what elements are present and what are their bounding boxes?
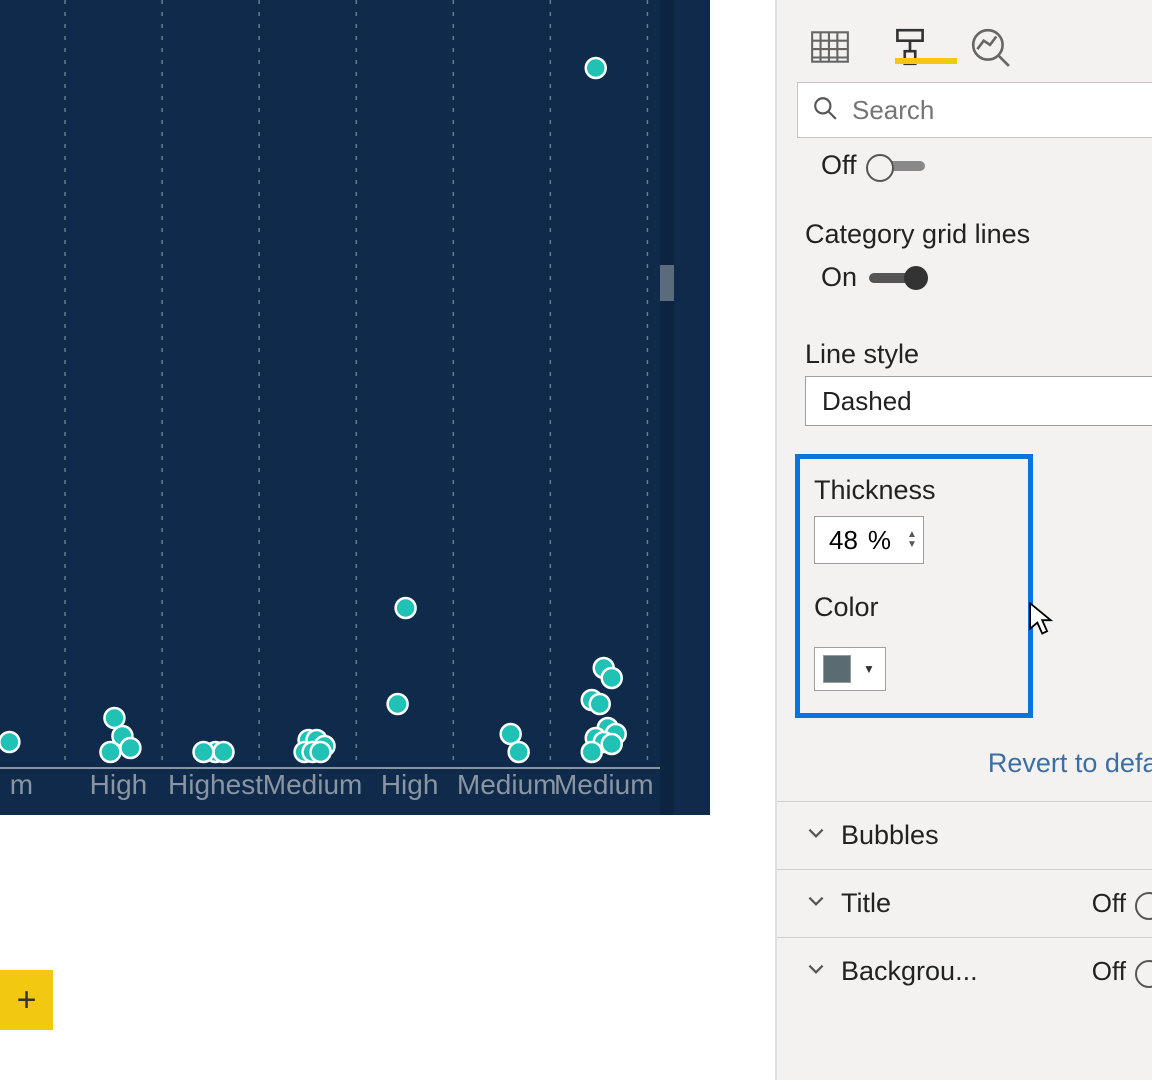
report-canvas: mHighHighestMediumHighMediumMedium + — [0, 0, 775, 1080]
svg-text:Medium: Medium — [554, 769, 654, 800]
line-style-label: Line style — [805, 339, 1152, 370]
line-style-select[interactable]: Dashed — [805, 376, 1152, 426]
thickness-label: Thickness — [814, 475, 1014, 506]
unknown-toggle[interactable] — [869, 161, 925, 171]
svg-text:Medium: Medium — [457, 769, 557, 800]
chevron-down-icon — [805, 956, 827, 987]
color-label: Color — [814, 592, 1014, 623]
chart-vertical-scrollbar[interactable] — [660, 0, 674, 815]
accordion-toggle[interactable] — [1138, 967, 1152, 977]
analytics-tab-icon[interactable] — [967, 24, 1013, 70]
highlighted-thickness-color-group: Thickness 48 % ▲ ▼ Color ▼ — [795, 454, 1033, 718]
line-style-value: Dashed — [822, 386, 912, 417]
thickness-unit: % — [868, 525, 891, 556]
chevron-down-icon — [805, 820, 827, 851]
thickness-step-down[interactable]: ▼ — [907, 540, 917, 550]
add-page-button[interactable]: + — [0, 970, 53, 1030]
thickness-value: 48 — [829, 525, 858, 556]
category-gridlines-toggle[interactable] — [869, 273, 925, 283]
color-swatch-preview — [823, 655, 851, 683]
toggle-off-label: Off — [821, 150, 857, 181]
format-search-box[interactable] — [797, 82, 1152, 138]
svg-text:m: m — [10, 769, 33, 800]
accordion-backgrou[interactable]: Backgrou...Off — [777, 937, 1152, 1005]
category-gridlines-label: Category grid lines — [805, 219, 1152, 250]
svg-text:High: High — [381, 769, 439, 800]
search-icon — [812, 95, 838, 126]
chevron-down-icon: ▼ — [863, 662, 875, 676]
accordion-title[interactable]: TitleOff — [777, 869, 1152, 937]
active-tab-indicator — [895, 58, 957, 64]
svg-text:Highest: Highest — [168, 769, 263, 800]
accordion-bubbles[interactable]: Bubbles — [777, 801, 1152, 869]
revert-to-default-link[interactable]: Revert to default — [988, 748, 1152, 778]
scatter-chart[interactable]: mHighHighestMediumHighMediumMedium — [0, 0, 710, 815]
fields-tab-icon[interactable] — [807, 24, 853, 70]
search-input[interactable] — [852, 95, 1152, 126]
svg-text:High: High — [90, 769, 148, 800]
toggle-on-label: On — [821, 262, 857, 293]
accordion-toggle[interactable] — [1138, 899, 1152, 909]
format-pane: Off Category grid lines On Line style Da… — [775, 0, 1152, 1080]
thickness-input[interactable]: 48 % ▲ ▼ — [814, 516, 924, 564]
svg-text:Medium: Medium — [263, 769, 363, 800]
scrollbar-thumb[interactable] — [660, 265, 674, 301]
color-picker[interactable]: ▼ — [814, 647, 886, 691]
chevron-down-icon — [805, 888, 827, 919]
